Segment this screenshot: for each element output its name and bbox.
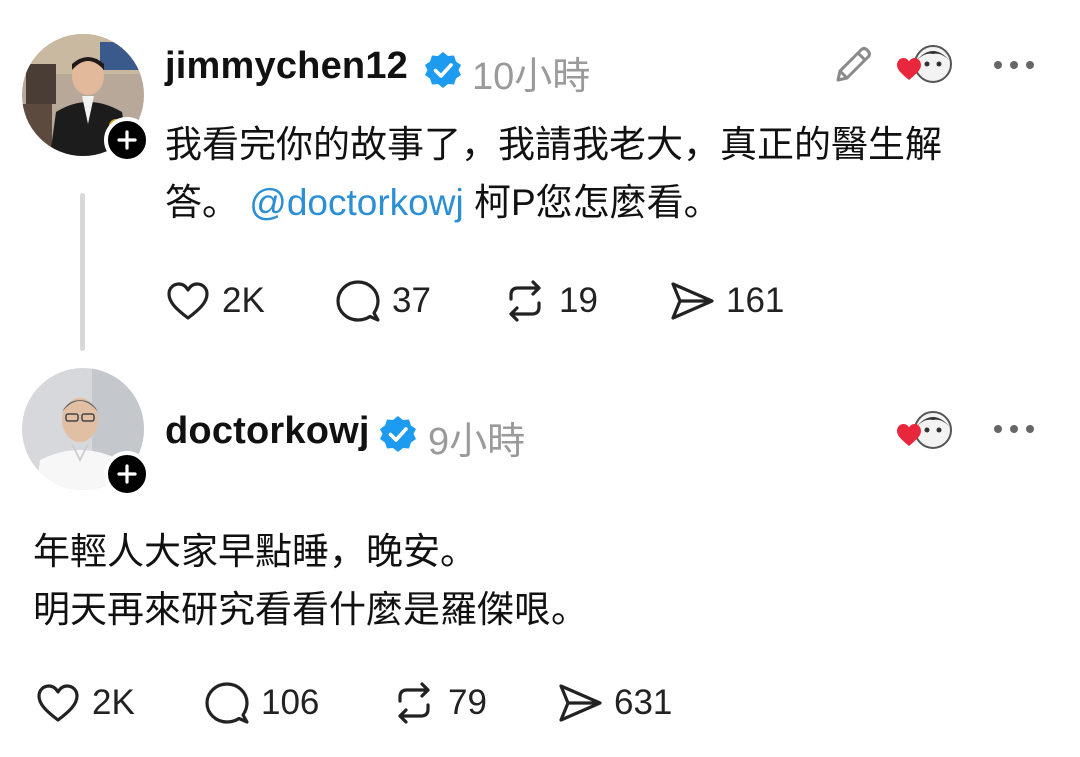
- heart-icon: [167, 282, 209, 320]
- verified-badge-icon: [380, 416, 416, 452]
- share-count: 631: [614, 683, 673, 722]
- send-icon: [671, 282, 714, 320]
- heart-icon: [37, 684, 79, 722]
- liked-by-avatar-icon: [897, 411, 952, 449]
- send-icon: [559, 684, 602, 722]
- comment-bubble-icon: [336, 280, 380, 322]
- like-count: 2K: [222, 281, 265, 320]
- post-text-line: 明天再來研究看看什麼是羅傑哏。: [33, 589, 588, 630]
- more-options-icon[interactable]: [994, 423, 1034, 435]
- pencil-icon[interactable]: [830, 42, 876, 88]
- follow-button-doctorkowj[interactable]: [104, 451, 150, 497]
- repost-icon: [398, 682, 430, 724]
- comment-count: 37: [392, 281, 431, 320]
- share-button[interactable]: 161: [668, 276, 784, 326]
- timestamp-jimmychen12: 10小時: [472, 56, 591, 98]
- post-text-line: 年輕人大家早點睡，晚安。: [33, 531, 477, 572]
- comment-button[interactable]: 106: [203, 678, 319, 728]
- post-text-segment: 柯P您怎麼看。: [463, 182, 721, 223]
- more-options-icon[interactable]: [994, 59, 1034, 71]
- follow-button-jimmychen12[interactable]: [104, 117, 150, 163]
- repost-button[interactable]: 79: [390, 678, 487, 728]
- comment-bubble-icon: [205, 682, 249, 724]
- repost-count: 19: [559, 281, 598, 320]
- repost-count: 79: [448, 683, 487, 722]
- like-button[interactable]: 2K: [34, 678, 135, 728]
- post-text-jimmychen12: 我看完你的故事了，我請我老大，真正的醫生解 答。 @doctorkowj 柯P您…: [165, 116, 942, 232]
- post-text-line: 我看完你的故事了，我請我老大，真正的醫生解: [165, 124, 942, 165]
- mention-link[interactable]: @doctorkowj: [249, 182, 463, 223]
- repost-button[interactable]: 19: [501, 276, 598, 326]
- verified-badge-icon: [425, 52, 461, 88]
- share-count: 161: [726, 281, 785, 320]
- post-text-doctorkowj: 年輕人大家早點睡，晚安。 明天再來研究看看什麼是羅傑哏。: [33, 523, 588, 639]
- plus-icon: [117, 464, 137, 484]
- thread-line: [80, 193, 85, 351]
- username-jimmychen12[interactable]: jimmychen12: [165, 45, 408, 88]
- comment-count: 106: [261, 683, 320, 722]
- share-button[interactable]: 631: [556, 678, 672, 728]
- post-text-segment: 答。: [165, 182, 250, 223]
- username-doctorkowj[interactable]: doctorkowj: [165, 410, 370, 453]
- liked-by-avatar-icon: [897, 45, 952, 83]
- post-text-line: 答。 @doctorkowj 柯P您怎麼看。: [165, 174, 942, 232]
- comment-button[interactable]: 37: [334, 276, 431, 326]
- repost-icon: [509, 280, 541, 322]
- like-button[interactable]: 2K: [164, 276, 265, 326]
- like-count: 2K: [92, 683, 135, 722]
- timestamp-doctorkowj: 9小時: [428, 421, 526, 463]
- plus-icon: [117, 130, 137, 150]
